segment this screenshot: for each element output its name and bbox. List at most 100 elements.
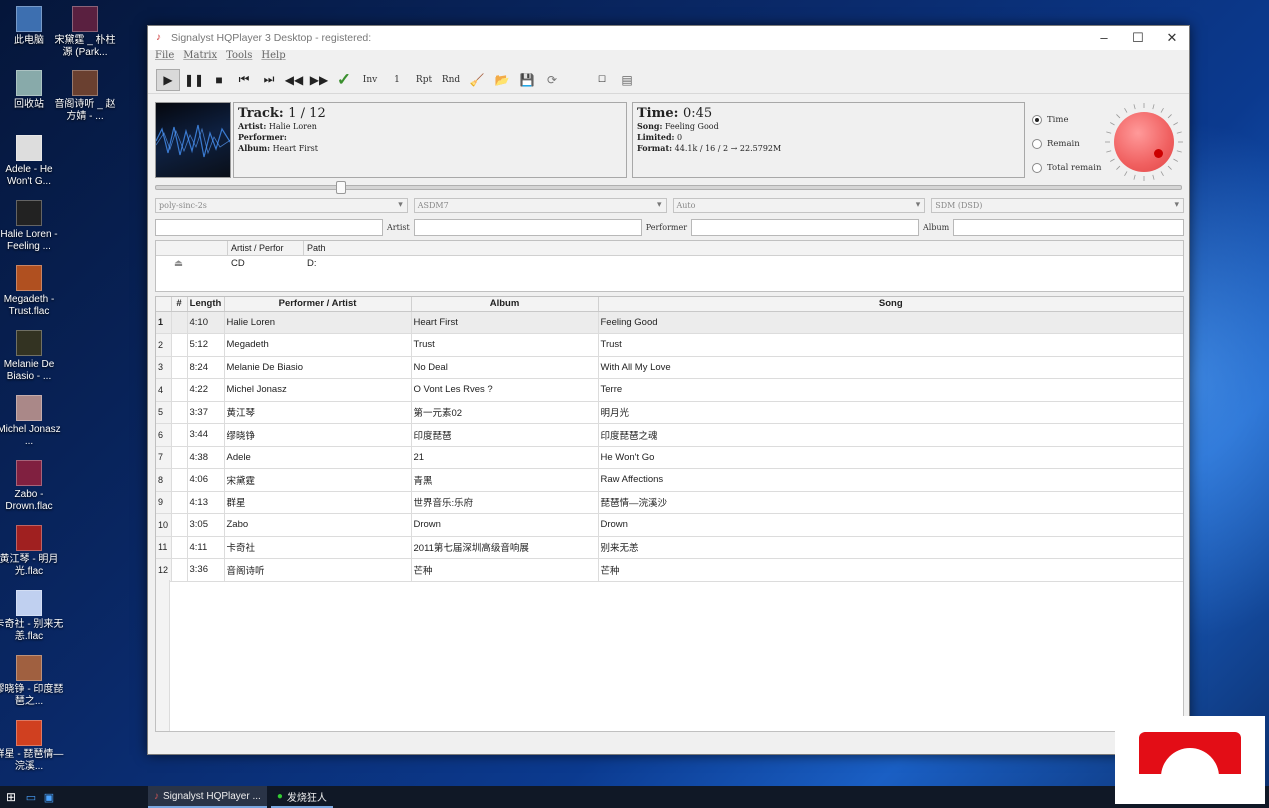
desktop-icon[interactable]: 宋黛霆 _ 朴柱源 (Park... [50,6,120,59]
desktop-icon[interactable]: 缪晓铮 - 印度琵琶之... [0,655,64,708]
seek-thumb[interactable] [335,181,346,194]
source-header-path[interactable]: Path [304,241,1183,255]
apply-button[interactable]: ✓ [333,69,355,91]
repeat-one-button[interactable]: 1 [385,69,409,91]
rewind-button[interactable]: ◀◀ [283,69,305,91]
seek-slider[interactable] [155,181,1182,194]
desktop-icon[interactable]: Michel Jonasz ... [0,395,64,448]
start-button[interactable]: ⊞ [0,786,22,808]
volume-knob[interactable] [1103,101,1185,183]
playlist-row[interactable]: 9 4:13 群星 世界音乐:乐府 琵琶情—浣溪沙 [156,491,1183,514]
col-header-album[interactable]: Album [411,297,599,312]
desktop-icon[interactable]: 音阁诗听 _ 赵方婧 - ... [50,70,120,123]
general-search-input[interactable] [155,219,383,236]
radio-time[interactable]: Time [1032,108,1101,132]
clear-button[interactable]: 🧹 [466,69,488,91]
row-number: 11 [156,536,172,559]
previous-track-button[interactable]: ⏮ [233,69,255,91]
cell-song: Terre [598,378,1183,402]
artist-filter-input[interactable] [413,219,642,236]
playlist-row[interactable]: 8 4:06 宋黛霆 青黑 Raw Affections [156,468,1183,492]
file-icon [72,6,98,32]
next-track-button[interactable]: ⏭ [258,69,280,91]
desktop-icon[interactable]: 黄江琴 - 明月光.flac [0,525,64,578]
playlist-row[interactable]: 5 3:37 黄江琴 第一元素02 明月光 [156,401,1183,424]
folder-icon: 📂 [494,72,510,87]
cell-len: 4:10 [187,311,225,334]
stop-button[interactable]: ■ [208,69,230,91]
fast-forward-button[interactable]: ▶▶ [308,69,330,91]
taskbar-item-hqplayer[interactable]: ♪ Signalyst HQPlayer ... [148,786,267,808]
invert-button[interactable]: Inv [358,69,382,91]
col-header-number[interactable]: # [171,297,188,312]
desktop-icon[interactable]: Adele - He Won't G... [0,135,64,188]
desktop-icon[interactable]: Megadeth - Trust.flac [0,265,64,318]
source-header-artist[interactable]: Artist / Perfor [228,241,304,255]
windows-icon: ⊞ [5,790,17,804]
mode-select[interactable]: SDM (DSD) [931,198,1184,213]
stop-icon: ■ [215,72,223,87]
playlist-row[interactable]: 7 4:38 Adele 21 He Won't Go [156,446,1183,469]
menu-matrix[interactable]: Matrix [183,50,217,66]
filter-select[interactable]: poly-sinc-2s [155,198,408,213]
desktop-icon[interactable]: 群星 - 琵琶情—浣溪... [0,720,64,773]
desktop-icon[interactable]: 卡奇社 - 别来无恙.flac [0,590,64,643]
random-button[interactable]: Rnd [439,69,463,91]
album-filter-input[interactable] [953,219,1184,236]
floppy-disk-icon: 💾 [519,72,535,87]
radio-remain[interactable]: Remain [1032,132,1101,156]
menu-tools[interactable]: Tools [226,50,252,66]
source-row-cd[interactable]: ⏏ CD D: [156,256,1183,270]
desktop-icon[interactable]: Halie Loren - Feeling ... [0,200,64,253]
desktop-icon[interactable]: Zabo - Drown.flac [0,460,64,513]
minimize-button[interactable]: – [1087,30,1121,46]
radio-total-remain[interactable]: Total remain [1032,156,1101,180]
menu-file[interactable]: File [155,50,174,66]
explorer-button[interactable]: ▣ [40,786,58,808]
performer-filter-input[interactable] [691,219,920,236]
playlist-row[interactable]: 2 5:12 Megadeth Trust Trust [156,333,1183,357]
col-header-artist[interactable]: Performer / Artist [224,297,412,312]
playlist-row[interactable]: 10 3:05 Zabo Drown Drown [156,513,1183,537]
menu-bar: File Matrix Tools Help [148,50,1189,66]
cell-album: Heart First [411,311,599,334]
desktop-icon-label: Adele - He Won't G... [5,164,53,187]
hqplayer-window: ♪ Signalyst HQPlayer 3 Desktop - registe… [147,25,1190,755]
menu-help[interactable]: Help [261,50,285,66]
save-button[interactable]: 💾 [516,69,538,91]
col-header-length[interactable]: Length [187,297,225,312]
pause-button[interactable]: ❚❚ [183,69,205,91]
row-number: 9 [156,491,172,514]
desktop-icon[interactable]: Melanie De Biasio - ... [0,330,64,383]
source-list: Artist / Perfor Path ⏏ CD D: [155,240,1184,292]
task-view-button[interactable]: ▭ [22,786,40,808]
rate-select[interactable]: Auto [672,198,926,213]
format-label: Format: [637,143,673,153]
title-bar[interactable]: ♪ Signalyst HQPlayer 3 Desktop - registe… [148,26,1189,50]
watermark-logo [1115,716,1265,804]
refresh-button[interactable]: ⟳ [541,69,563,91]
playlist-row[interactable]: 1 4:10 Halie Loren Heart First Feeling Good [156,311,1183,334]
repeat-button[interactable]: Rpt [412,69,436,91]
file-icon [16,460,42,486]
cell-len: 3:36 [187,558,225,582]
playlist-row[interactable]: 11 4:11 卡奇社 2011第七届深圳高级音响展 别来无恙 [156,536,1183,559]
playlist-row[interactable]: 4 4:22 Michel Jonasz O Vont Les Rves ? Terre [156,378,1183,402]
skip-forward-icon: ⏭ [263,72,275,86]
open-button[interactable]: 📂 [491,69,513,91]
row-number: 1 [156,311,172,334]
hardware-button[interactable]: ▤ [616,69,638,91]
window-mode-button[interactable]: ☐ [591,69,613,91]
row-number: 2 [156,333,172,357]
close-button[interactable]: ✕ [1155,30,1189,46]
playlist-row[interactable]: 6 3:44 缪晓铮 印度琵琶 印度琵琶之魂 [156,423,1183,447]
green-circle-icon: ● [276,790,283,802]
maximize-button[interactable]: ☐ [1121,30,1155,46]
cell-artist: Melanie De Biasio [224,356,412,379]
col-header-song[interactable]: Song [598,297,1183,312]
shaper-select[interactable]: ASDM7 [413,198,667,213]
playlist-row[interactable]: 3 8:24 Melanie De Biasio No Deal With All My… [156,356,1183,379]
play-button[interactable]: ▶ [156,68,180,91]
playlist-row[interactable]: 12 3:36 音阁诗听 芒种 芒种 [156,558,1183,582]
taskbar-item-fashaokuangren[interactable]: ● 发烧狂人 [270,786,333,808]
